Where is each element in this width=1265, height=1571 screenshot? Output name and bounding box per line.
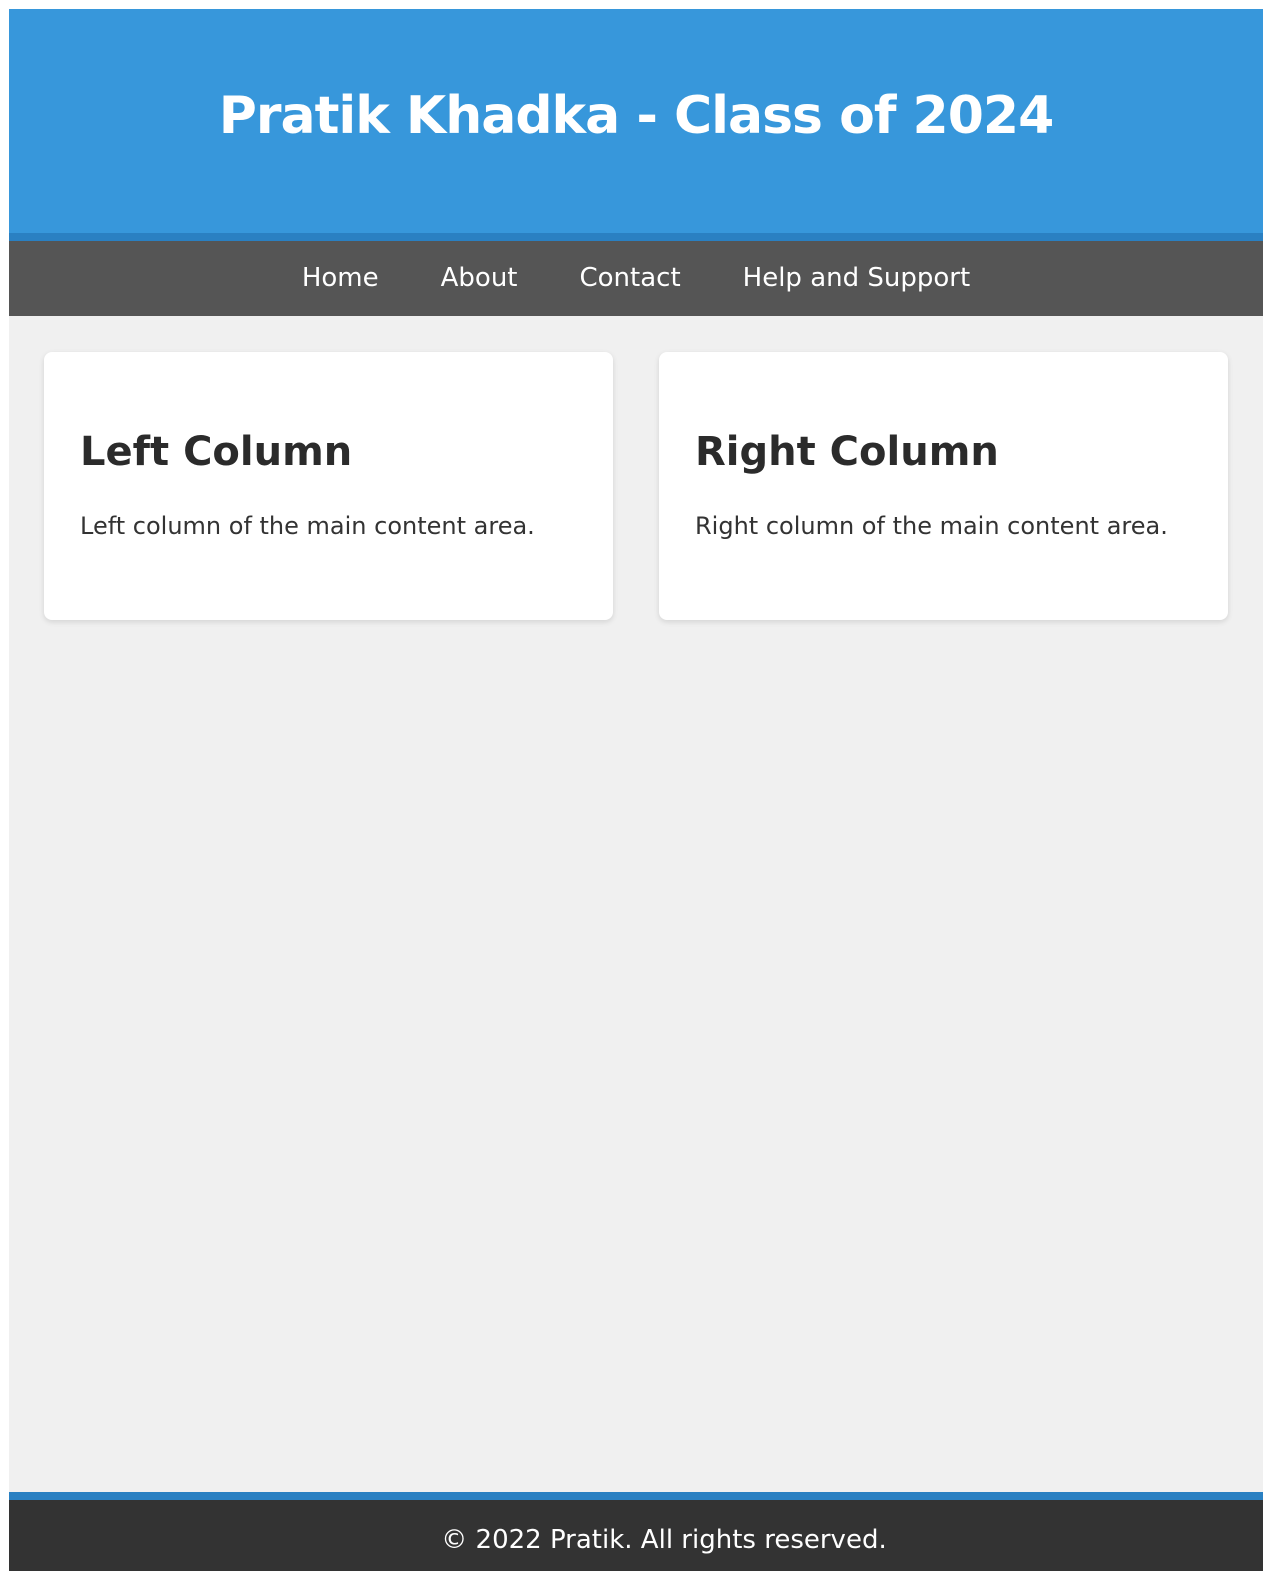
footer-copyright: © 2022 Pratik. All rights reserved. [441,1524,887,1555]
right-column-heading: Right Column [695,429,999,475]
site-title: Pratik Khadka - Class of 2024 [218,86,1055,146]
right-column-text: Right column of the main content area. [695,512,1168,540]
left-column-card: Left Column Left column of the main cont… [44,352,613,620]
nav-link-about[interactable]: About [410,241,549,316]
left-column-heading: Left Column [80,429,353,475]
nav-link-contact[interactable]: Contact [549,241,712,316]
nav-link-home[interactable]: Home [271,241,410,316]
nav-bar: Home About Contact Help and Support [9,241,1263,316]
right-column-card: Right Column Right column of the main co… [659,352,1228,620]
site-footer: © 2022 Pratik. All rights reserved. [9,1492,1263,1571]
site-header: Pratik Khadka - Class of 2024 [9,9,1263,241]
page: Pratik Khadka - Class of 2024 Home About… [9,9,1263,1571]
main-content: Left Column Left column of the main cont… [44,352,1228,620]
left-column-text: Left column of the main content area. [80,512,535,540]
nav-link-help-and-support[interactable]: Help and Support [712,241,1002,316]
